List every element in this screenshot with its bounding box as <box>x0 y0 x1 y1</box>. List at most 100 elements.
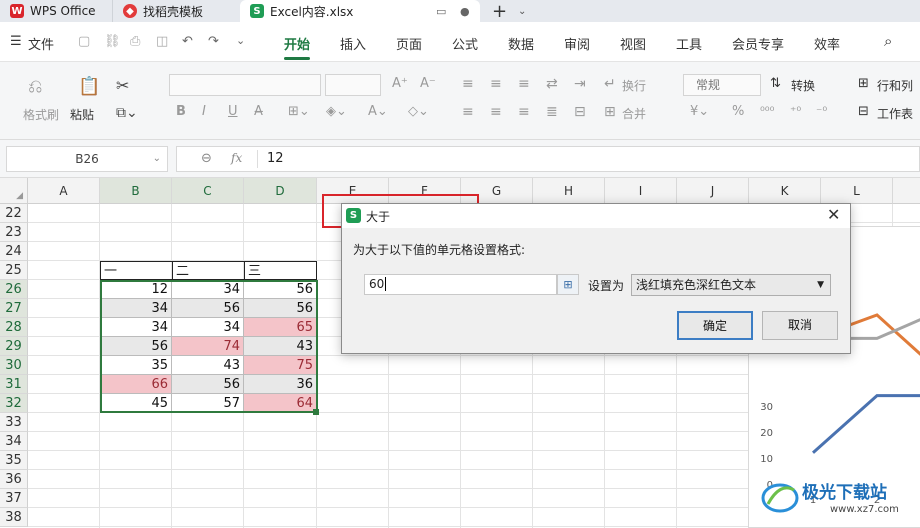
currency-icon[interactable]: ¥⌄ <box>690 104 709 119</box>
column-header[interactable] <box>893 178 920 204</box>
align-middle-icon[interactable]: ≡ <box>490 76 502 92</box>
align-right-icon[interactable]: ≡ <box>518 104 530 120</box>
font-name-select[interactable] <box>169 74 321 96</box>
table-cell[interactable]: 12 <box>100 280 172 299</box>
row-header[interactable]: 36 <box>0 470 28 489</box>
row-header[interactable]: 33 <box>0 413 28 432</box>
ok-button[interactable]: 确定 <box>677 311 753 340</box>
row-header[interactable]: 28 <box>0 318 28 337</box>
row-header[interactable]: 30 <box>0 356 28 375</box>
select-all-corner[interactable]: ◢ <box>0 178 28 204</box>
justify-icon[interactable]: ≣ <box>546 104 558 120</box>
format-painter-button[interactable]: 格式刷 <box>23 106 59 123</box>
table-cell[interactable]: 57 <box>172 394 244 413</box>
menu-data[interactable]: 数据 <box>508 34 534 53</box>
undo-icon[interactable]: ↶ <box>182 34 193 49</box>
row-header[interactable]: 37 <box>0 489 28 508</box>
print-icon[interactable]: ⎙ <box>130 34 140 49</box>
row-header[interactable]: 25 <box>0 261 28 280</box>
more-icon[interactable]: ⌄ <box>236 34 245 47</box>
merge-button[interactable]: 合并 <box>622 105 646 122</box>
underline-icon[interactable]: U <box>228 104 238 119</box>
table-cell[interactable]: 66 <box>100 375 172 394</box>
menu-insert[interactable]: 插入 <box>340 34 366 53</box>
cut-icon[interactable]: ✂ <box>116 76 129 95</box>
preview-icon[interactable]: ◫ <box>156 34 168 49</box>
table-cell[interactable]: 75 <box>244 356 317 375</box>
column-header[interactable]: B <box>100 178 172 204</box>
table-cell[interactable]: 45 <box>100 394 172 413</box>
border-icon[interactable]: ⊞⌄ <box>288 104 310 119</box>
tab-docer[interactable]: ◆ 找稻壳模板 <box>112 0 238 22</box>
convert-button[interactable]: 转换 <box>791 77 815 94</box>
orientation-icon[interactable]: ⇄ <box>546 76 558 92</box>
menu-tools[interactable]: 工具 <box>676 34 702 53</box>
table-cell[interactable]: 56 <box>172 375 244 394</box>
column-header[interactable]: H <box>533 178 605 204</box>
new-tab-button[interactable]: + <box>492 0 507 22</box>
font-color-icon[interactable]: A⌄ <box>368 104 388 119</box>
name-box[interactable]: B26 ⌄ <box>6 146 168 172</box>
table-cell[interactable]: 36 <box>244 375 317 394</box>
paste-button[interactable]: 粘贴 <box>70 106 94 123</box>
decrease-font-icon[interactable]: A⁻ <box>420 76 436 91</box>
search-icon[interactable]: ⌕ <box>884 32 892 50</box>
table-header-cell[interactable]: 二 <box>172 261 244 280</box>
bold-icon[interactable]: B <box>176 104 186 119</box>
cancel-button[interactable]: 取消 <box>762 311 838 340</box>
table-cell[interactable]: 34 <box>100 299 172 318</box>
table-cell[interactable]: 43 <box>244 337 317 356</box>
align-left-icon[interactable]: ≡ <box>462 104 474 120</box>
row-header[interactable]: 38 <box>0 508 28 527</box>
table-cell[interactable]: 56 <box>244 280 317 299</box>
formula-input[interactable]: 12 <box>267 151 284 166</box>
share-icon[interactable]: ⛓ <box>104 34 121 49</box>
column-header[interactable]: A <box>28 178 100 204</box>
decrease-decimal-icon[interactable]: ⁻⁰ <box>816 104 827 118</box>
table-header-cell[interactable]: 三 <box>244 261 317 280</box>
thousands-icon[interactable]: ⁰⁰⁰ <box>760 104 774 118</box>
chevron-down-icon[interactable]: ⌄ <box>518 0 526 22</box>
menu-formula[interactable]: 公式 <box>452 34 478 53</box>
zoom-icon[interactable]: ⊖ <box>201 151 212 166</box>
format-select[interactable]: 浅红填充色深红色文本 ▼ <box>631 274 831 296</box>
menu-view[interactable]: 视图 <box>620 34 646 53</box>
table-cell[interactable]: 74 <box>172 337 244 356</box>
threshold-input[interactable]: 60 <box>364 274 557 295</box>
row-header[interactable]: 24 <box>0 242 28 261</box>
menu-page[interactable]: 页面 <box>396 34 422 53</box>
row-header[interactable]: 27 <box>0 299 28 318</box>
align-center-icon[interactable]: ≡ <box>490 104 502 120</box>
fill-handle[interactable] <box>313 409 319 415</box>
italic-icon[interactable]: I <box>202 104 206 119</box>
column-header[interactable]: K <box>749 178 821 204</box>
column-header[interactable]: L <box>821 178 893 204</box>
wrap-text-button[interactable]: 换行 <box>622 77 646 94</box>
menu-member[interactable]: 会员专享 <box>732 34 784 53</box>
table-cell[interactable]: 43 <box>172 356 244 375</box>
column-header[interactable]: C <box>172 178 244 204</box>
fx-icon[interactable]: fx <box>231 151 242 165</box>
window-icon[interactable]: ▭ <box>436 5 446 18</box>
menu-file[interactable]: 文件 <box>28 34 54 53</box>
increase-font-icon[interactable]: A⁺ <box>392 76 408 91</box>
table-cell[interactable]: 34 <box>172 280 244 299</box>
indent-icon[interactable]: ⇥ <box>574 76 586 92</box>
tab-excel-file[interactable]: S Excel内容.xlsx ▭ ● <box>240 0 480 22</box>
column-header[interactable]: I <box>605 178 677 204</box>
align-bottom-icon[interactable]: ≡ <box>518 76 530 92</box>
table-cell[interactable]: 35 <box>100 356 172 375</box>
range-picker-icon[interactable]: ⊞ <box>557 274 579 295</box>
row-header[interactable]: 31 <box>0 375 28 394</box>
table-cell[interactable]: 65 <box>244 318 317 337</box>
row-header[interactable]: 32 <box>0 394 28 413</box>
redo-icon[interactable]: ↷ <box>208 34 219 49</box>
column-header[interactable]: D <box>244 178 317 204</box>
hamburger-icon[interactable]: ☰ <box>10 34 22 49</box>
fill-color-icon[interactable]: ◈⌄ <box>326 104 347 119</box>
row-header[interactable]: 26 <box>0 280 28 299</box>
row-header[interactable]: 23 <box>0 223 28 242</box>
menu-efficiency[interactable]: 效率 <box>814 34 840 53</box>
table-cell[interactable]: 56 <box>244 299 317 318</box>
copy-icon[interactable]: ⧉⌄ <box>116 105 138 121</box>
